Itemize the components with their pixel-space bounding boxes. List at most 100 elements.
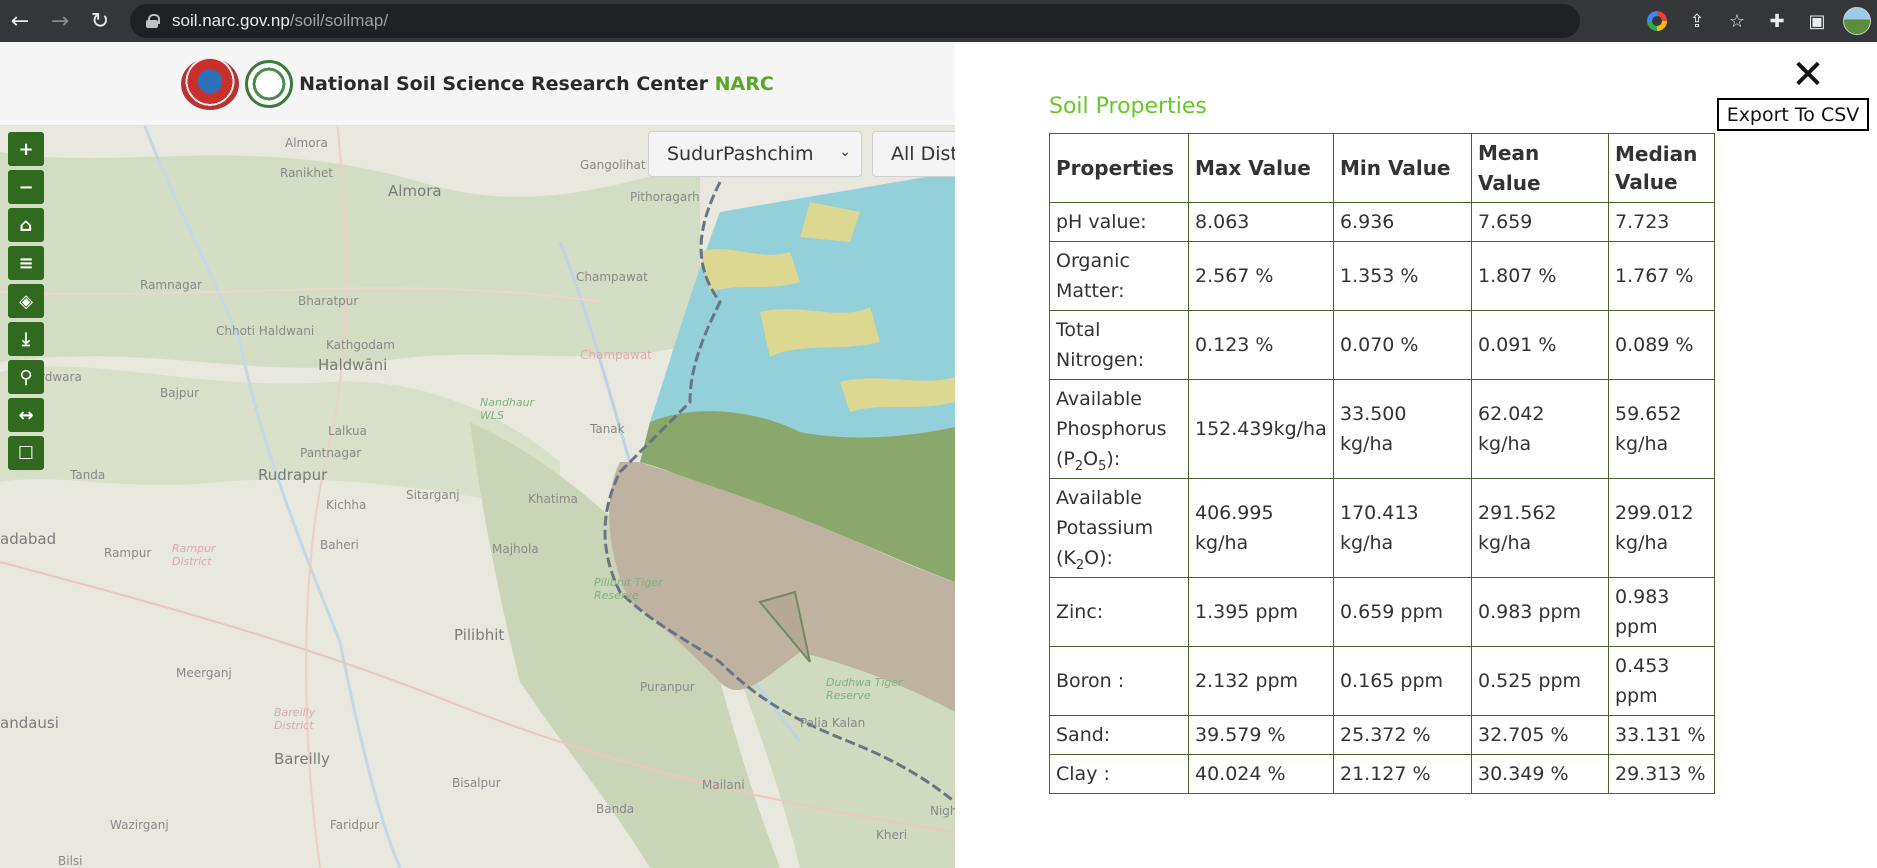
- max-value: 406.995 kg/ha: [1188, 478, 1334, 578]
- location-pin-icon[interactable]: ⚲: [8, 360, 44, 394]
- table-header-row: Properties Max Value Min Value Mean Valu…: [1049, 133, 1715, 203]
- median-value: 0.089 %: [1608, 310, 1715, 380]
- soil-properties-table: Properties Max Value Min Value Mean Valu…: [1049, 133, 1715, 794]
- column-header: Min Value: [1333, 133, 1472, 203]
- table-row: Sand: 39.579 % 25.372 % 32.705 % 33.131 …: [1049, 715, 1715, 755]
- extensions-puzzle-icon[interactable]: ✚: [1757, 0, 1797, 42]
- table-row: Clay : 40.024 % 21.127 % 30.349 % 29.313…: [1049, 754, 1715, 794]
- url-host: soil.narc.gov.np: [172, 11, 290, 30]
- property-label: Total Nitrogen:: [1049, 310, 1189, 380]
- forward-arrow-icon[interactable]: →: [40, 0, 80, 42]
- bookmark-star-icon[interactable]: ☆: [1717, 0, 1757, 42]
- column-header: Mean Value: [1471, 133, 1609, 203]
- property-label: Sand:: [1049, 715, 1189, 755]
- share-icon[interactable]: ⇪: [1677, 0, 1717, 42]
- measure-icon[interactable]: ↔: [8, 398, 44, 432]
- table-row: pH value: 8.063 6.936 7.659 7.723: [1049, 202, 1715, 242]
- max-value: 8.063: [1188, 202, 1334, 242]
- mean-value: 30.349 %: [1471, 754, 1609, 794]
- mean-value: 62.042 kg/ha: [1471, 379, 1609, 479]
- panel-title: Soil Properties: [1049, 94, 1207, 119]
- median-value: 1.767 %: [1608, 241, 1715, 311]
- zoom-in-icon[interactable]: +: [8, 132, 44, 166]
- map-dim-overlay: [0, 126, 955, 868]
- column-header: Median Value: [1608, 133, 1715, 203]
- median-value: 0.453 ppm: [1608, 646, 1715, 716]
- median-value: 59.652 kg/ha: [1608, 379, 1715, 479]
- min-value: 6.936: [1333, 202, 1472, 242]
- table-row: Boron : 2.132 ppm 0.165 ppm 0.525 ppm 0.…: [1049, 646, 1715, 716]
- site-title: National Soil Science Research Center NA…: [299, 72, 774, 95]
- min-value: 21.127 %: [1333, 754, 1472, 794]
- max-value: 2.132 ppm: [1188, 646, 1334, 716]
- property-label: Zinc:: [1049, 577, 1189, 647]
- max-value: 40.024 %: [1188, 754, 1334, 794]
- site-header: National Soil Science Research Center NA…: [0, 42, 955, 126]
- median-value: 7.723: [1608, 202, 1715, 242]
- median-value: 33.131 %: [1608, 715, 1715, 755]
- min-value: 25.372 %: [1333, 715, 1472, 755]
- column-header: Max Value: [1188, 133, 1334, 203]
- property-label: Organic Matter:: [1049, 241, 1189, 311]
- district-select[interactable]: All Dist: [872, 131, 955, 177]
- property-label: Available Potassium (K2O):: [1049, 478, 1189, 578]
- narc-logo: [245, 59, 294, 108]
- address-bar[interactable]: soil.narc.gov.np/soil/soilmap/: [130, 4, 1580, 38]
- layers-list-icon[interactable]: ≡: [8, 246, 44, 280]
- site-title-accent: NARC: [714, 72, 774, 95]
- column-header: Properties: [1049, 133, 1189, 203]
- table-row: Organic Matter: 2.567 % 1.353 % 1.807 % …: [1049, 241, 1715, 311]
- side-panel-icon[interactable]: ▣: [1797, 0, 1837, 42]
- min-value: 0.070 %: [1333, 310, 1472, 380]
- table-row: Available Phosphorus (P2O5): 152.439kg/h…: [1049, 379, 1715, 479]
- property-label: Clay :: [1049, 754, 1189, 794]
- table-row: Available Potassium (K2O): 406.995 kg/ha…: [1049, 478, 1715, 578]
- min-value: 0.165 ppm: [1333, 646, 1472, 716]
- province-select-value: SudurPashchim: [667, 143, 814, 165]
- map-view[interactable]: Almora Ranikhet Almora Gangolihat Pithor…: [0, 42, 955, 868]
- download-icon[interactable]: ⤓: [8, 322, 44, 356]
- chevron-down-icon: ⌄: [839, 144, 851, 160]
- url-path: /soil/soilmap/: [289, 11, 389, 30]
- min-value: 170.413 kg/ha: [1333, 478, 1472, 578]
- max-value: 152.439kg/ha: [1188, 379, 1334, 479]
- max-value: 39.579 %: [1188, 715, 1334, 755]
- export-csv-button[interactable]: Export To CSV: [1717, 98, 1869, 131]
- reload-icon[interactable]: ↻: [80, 0, 120, 42]
- table-row: Total Nitrogen: 0.123 % 0.070 % 0.091 % …: [1049, 310, 1715, 380]
- mean-value: 0.525 ppm: [1471, 646, 1609, 716]
- property-label: pH value:: [1049, 202, 1189, 242]
- nepal-emblem-logo: [181, 57, 240, 110]
- mean-value: 1.807 %: [1471, 241, 1609, 311]
- map-toolbar: + − ⌂ ≡ ◈ ⤓ ⚲ ↔ ☐: [8, 132, 44, 474]
- google-icon[interactable]: [1637, 0, 1677, 42]
- back-arrow-icon[interactable]: ←: [0, 0, 40, 42]
- median-value: 299.012 kg/ha: [1608, 478, 1715, 578]
- province-select[interactable]: SudurPashchim ⌄: [648, 131, 862, 177]
- mean-value: 0.983 ppm: [1471, 577, 1609, 647]
- close-icon[interactable]: ✕: [1787, 54, 1829, 96]
- median-value: 29.313 %: [1608, 754, 1715, 794]
- district-select-value: All Dist: [891, 143, 955, 165]
- min-value: 33.500 kg/ha: [1333, 379, 1472, 479]
- mean-value: 0.091 %: [1471, 310, 1609, 380]
- soil-properties-panel: ✕ Export To CSV Soil Properties Properti…: [955, 42, 1877, 868]
- mean-value: 32.705 %: [1471, 715, 1609, 755]
- comment-icon[interactable]: ☐: [8, 436, 44, 470]
- lock-icon: [146, 14, 160, 28]
- home-icon[interactable]: ⌂: [8, 208, 44, 242]
- min-value: 1.353 %: [1333, 241, 1472, 311]
- browser-toolbar: ← → ↻ soil.narc.gov.np/soil/soilmap/ ⇪ ☆…: [0, 0, 1877, 42]
- max-value: 1.395 ppm: [1188, 577, 1334, 647]
- profile-avatar[interactable]: [1837, 0, 1877, 42]
- table-row: Zinc: 1.395 ppm 0.659 ppm 0.983 ppm 0.98…: [1049, 577, 1715, 647]
- dropbox-icon[interactable]: ◈: [8, 284, 44, 318]
- mean-value: 291.562 kg/ha: [1471, 478, 1609, 578]
- max-value: 0.123 %: [1188, 310, 1334, 380]
- median-value: 0.983 ppm: [1608, 577, 1715, 647]
- min-value: 0.659 ppm: [1333, 577, 1472, 647]
- mean-value: 7.659: [1471, 202, 1609, 242]
- zoom-out-icon[interactable]: −: [8, 170, 44, 204]
- property-label: Available Phosphorus (P2O5):: [1049, 379, 1189, 479]
- max-value: 2.567 %: [1188, 241, 1334, 311]
